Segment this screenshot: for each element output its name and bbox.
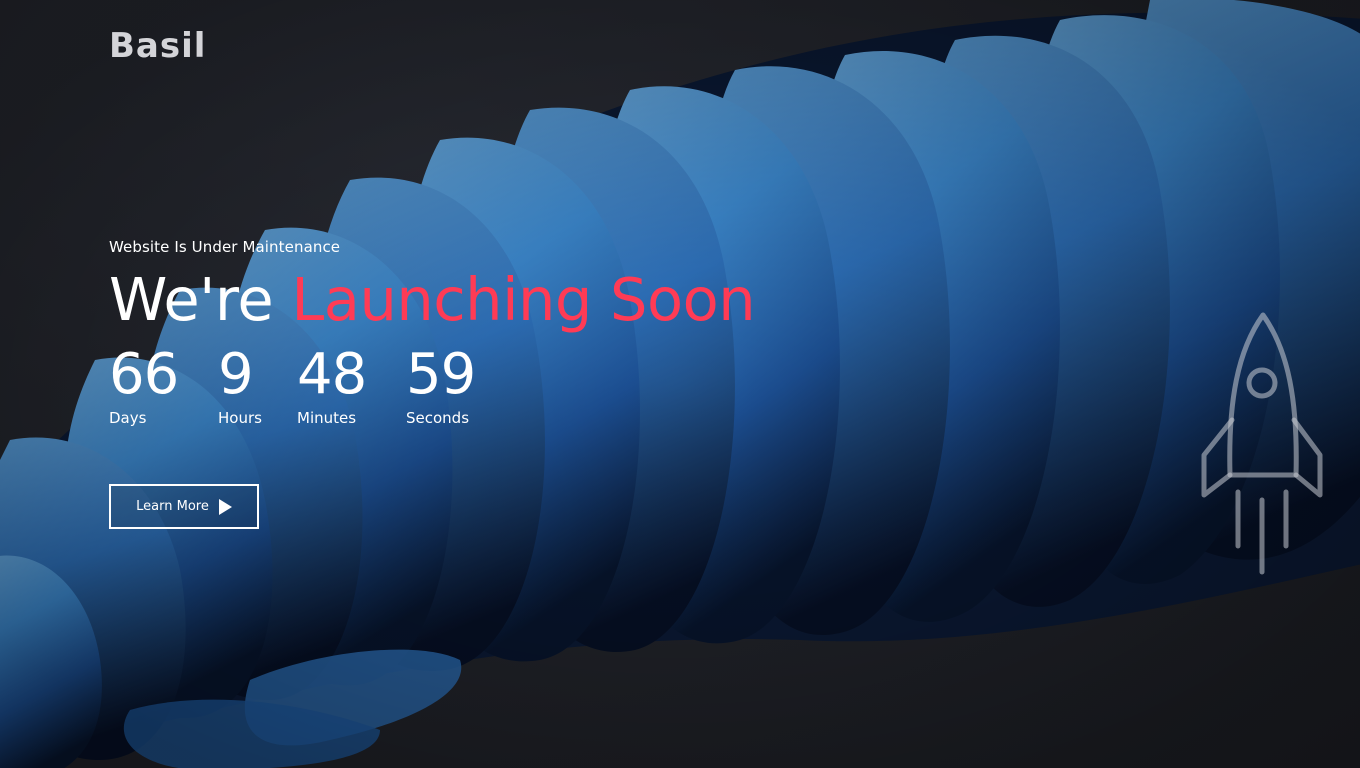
countdown-minutes-value: 48 [297,342,367,407]
countdown-hours: 9 Hours [218,342,297,428]
hero-headline: We're Launching Soon [109,270,756,329]
countdown-seconds-value: 59 [406,342,476,407]
countdown-seconds: 59 Seconds [406,342,496,428]
countdown-hours-label: Hours [218,409,262,427]
headline-plain: We're [109,265,292,334]
countdown-days-label: Days [109,409,147,427]
rocket-icon [1201,312,1323,575]
headline-accent: Launching Soon [291,265,756,334]
hero-subtitle: Website Is Under Maintenance [109,238,341,256]
play-icon [218,498,232,515]
hero-content: Website Is Under Maintenance We're Launc… [109,238,756,428]
countdown-seconds-label: Seconds [406,409,470,427]
countdown-hours-value: 9 [218,342,254,407]
learn-more-button[interactable]: Learn More [109,484,259,529]
maintenance-page: Basil Website Is Under Maintenance We're… [0,0,1360,768]
countdown-timer: 66 Days 9 Hours 48 Minutes 59 Seconds [109,342,755,428]
countdown-minutes-label: Minutes [297,409,357,427]
brand-logo[interactable]: Basil [109,26,206,66]
countdown-days-value: 66 [109,342,179,407]
countdown-minutes: 48 Minutes [297,342,406,428]
countdown-days: 66 Days [109,342,218,428]
learn-more-label: Learn More [136,499,209,514]
